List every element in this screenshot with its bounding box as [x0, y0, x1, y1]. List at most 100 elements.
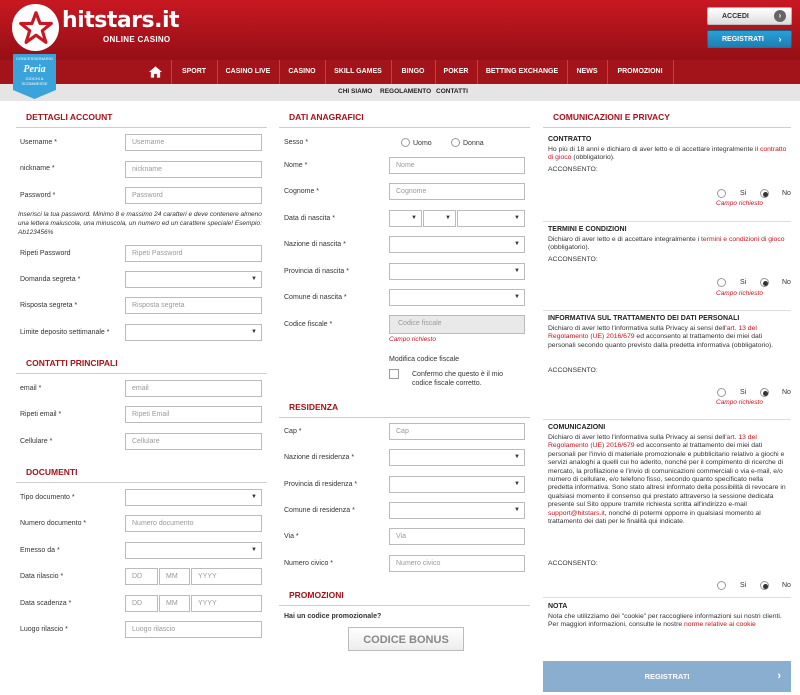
surname-input[interactable]: Cognome [389, 183, 525, 200]
login-button[interactable]: ACCEDI › [707, 7, 792, 25]
badge-line1: CONCESSIONARIO [16, 56, 53, 61]
register-submit-button[interactable]: REGISTRATI › [543, 661, 791, 692]
privacy-info-error: Campo richiesto [716, 399, 763, 406]
contract-consent-label: ACCONSENTO: [548, 166, 598, 173]
expiry-day-input[interactable]: DD [125, 595, 158, 612]
register-top-button[interactable]: REGISTRATI › [707, 30, 792, 48]
fiscal-code-label: Codice fiscale * [284, 321, 333, 328]
expiry-month-input[interactable]: MM [159, 595, 190, 612]
sex-male-radio[interactable] [401, 138, 410, 147]
repeat-email-input[interactable]: Ripeti Email [125, 406, 262, 423]
terms-text: Dichiaro di aver letto e di accettare in… [548, 236, 785, 252]
contract-no-label: No [782, 190, 791, 197]
email-label: email * [20, 385, 42, 392]
privacy-info-yes-radio[interactable] [717, 388, 726, 397]
email-input[interactable]: email [125, 380, 262, 397]
issue-month-input[interactable]: MM [159, 568, 190, 585]
subnav-regolamento[interactable]: REGOLAMENTO [380, 88, 431, 95]
nav-promozioni[interactable]: PROMOZIONI [608, 60, 672, 84]
nickname-input[interactable]: nickname [125, 161, 262, 178]
password-input[interactable]: Password [125, 187, 262, 204]
repeat-password-input[interactable]: Ripeti Password [125, 245, 262, 262]
subnav-chi-siamo[interactable]: CHI SIAMO [338, 88, 372, 95]
birth-month-select[interactable] [423, 210, 456, 227]
residence-city-select[interactable] [389, 502, 525, 519]
privacy-info-no-radio[interactable] [760, 388, 769, 397]
birth-province-select[interactable] [389, 263, 525, 280]
concession-badge: CONCESSIONARIO Peria GIOCHI & SCOMMESSE [13, 54, 56, 99]
terms-yes-label: Si [740, 279, 747, 286]
subnav-contatti[interactable]: CONTATTI [436, 88, 468, 95]
nav-betting-exchange[interactable]: BETTING EXCHANGE [478, 60, 566, 84]
expiry-year-input[interactable]: YYYY [191, 595, 262, 612]
section-promo-title: PROMOZIONI [279, 584, 530, 606]
terms-block: TERMINI E CONDIZIONI Dichiaro di aver le… [543, 222, 791, 310]
issue-place-input[interactable]: Luogo rilascio [125, 621, 262, 638]
communications-title: COMUNICAZIONI [548, 424, 606, 431]
issue-year-input[interactable]: YYYY [191, 568, 262, 585]
cap-input[interactable]: Cap [389, 423, 525, 440]
street-input[interactable]: Via [389, 528, 525, 545]
birth-city-select[interactable] [389, 289, 525, 306]
secret-question-select[interactable] [125, 271, 262, 288]
residence-nation-select[interactable] [389, 449, 525, 466]
doc-type-select[interactable] [125, 489, 262, 506]
deposit-limit-select[interactable] [125, 324, 262, 341]
issue-day-input[interactable]: DD [125, 568, 158, 585]
terms-yes-radio[interactable] [717, 278, 726, 287]
nav-poker[interactable]: POKER [436, 60, 476, 84]
doc-number-input[interactable]: Numero documento [125, 515, 262, 532]
terms-no-radio[interactable] [760, 278, 769, 287]
doc-number-label: Numero documento * [20, 520, 87, 527]
support-email-link[interactable]: support@hitstars.it [548, 510, 605, 517]
sex-female-radio[interactable] [451, 138, 460, 147]
residence-province-select[interactable] [389, 476, 525, 493]
chevron-right-icon: › [777, 670, 781, 682]
fiscal-code-input[interactable]: Codice fiscale [389, 315, 525, 334]
privacy-info-consent-label: ACCONSENTO: [548, 367, 598, 374]
contract-no-radio[interactable] [760, 189, 769, 198]
communications-yes-label: Si [740, 582, 747, 589]
privacy-info-yes-label: Si [740, 389, 747, 396]
nav-bingo[interactable]: BINGO [392, 60, 434, 84]
phone-label: Cellulare * [20, 438, 53, 445]
section-personal-title: DATI ANAGRAFICI [279, 106, 530, 128]
nav-casino[interactable]: CASINO [280, 60, 324, 84]
birth-year-select[interactable] [457, 210, 525, 227]
name-input[interactable]: Nome [389, 157, 525, 174]
doc-issuer-select[interactable] [125, 542, 262, 559]
terms-link[interactable]: termini e condizioni di gioco [701, 236, 785, 243]
birth-city-label: Comune di nascita * [284, 294, 347, 301]
communications-yes-radio[interactable] [717, 581, 726, 590]
note-title: NOTA [548, 603, 568, 610]
communications-consent-label: ACCONSENTO: [548, 560, 598, 567]
username-input[interactable]: Username [125, 134, 262, 151]
phone-input[interactable]: Cellulare [125, 433, 262, 450]
civic-number-input[interactable]: Numero civico [389, 555, 525, 572]
section-residence-title: RESIDENZA [279, 396, 530, 418]
cookie-policy-link[interactable]: norme relative ai cookie [684, 621, 756, 628]
privacy-info-block: INFORMATIVA SUL TRATTAMENTO DEI DATI PER… [543, 311, 791, 419]
privacy-info-title: INFORMATIVA SUL TRATTAMENTO DEI DATI PER… [548, 315, 740, 322]
confirm-fiscal-checkbox[interactable] [389, 369, 399, 379]
contract-yes-radio[interactable] [717, 189, 726, 198]
bonus-code-button[interactable]: CODICE BONUS [348, 627, 464, 651]
edit-fiscal-code-link[interactable]: Modifica codice fiscale [389, 356, 459, 363]
nav-casino-live[interactable]: CASINO LIVE [218, 60, 278, 84]
hitstars-logo-icon[interactable] [12, 4, 59, 51]
nav-sport[interactable]: SPORT [172, 60, 216, 84]
home-icon[interactable] [142, 60, 168, 84]
register-top-label: REGISTRATI [722, 36, 764, 43]
contract-block: CONTRATTO Ho più di 18 anni e dichiaro d… [543, 130, 791, 220]
nav-news[interactable]: NEWS [568, 60, 606, 84]
secret-answer-input[interactable]: Risposta segreta [125, 297, 262, 314]
brand-subtitle: ONLINE CASINO [103, 35, 171, 44]
brand-name[interactable]: hitstars.it [62, 8, 180, 33]
civic-number-label: Numero civico * [284, 560, 334, 567]
birth-day-select[interactable] [389, 210, 422, 227]
terms-error: Campo richiesto [716, 290, 763, 297]
nav-skill-games[interactable]: SKILL GAMES [326, 60, 390, 84]
fiscal-code-error: Campo richiesto [389, 336, 436, 343]
birth-nation-select[interactable] [389, 236, 525, 253]
communications-no-radio[interactable] [760, 581, 769, 590]
